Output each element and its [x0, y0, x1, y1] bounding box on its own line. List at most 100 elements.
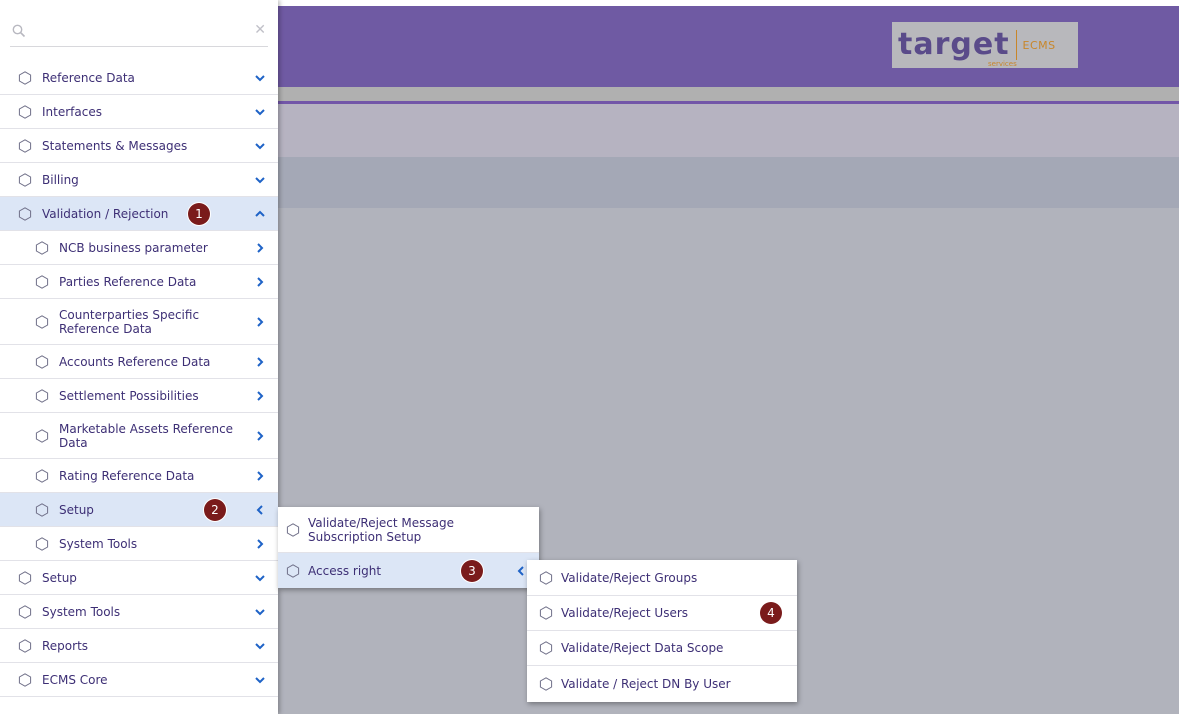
- menu-item-label: Reports: [42, 638, 89, 653]
- chevron-left-icon: [256, 504, 263, 515]
- flyout-item-label: Validate/Reject Message Subscription Set…: [308, 515, 455, 544]
- search-input[interactable]: [36, 20, 240, 44]
- chevron-down-icon: [255, 74, 265, 81]
- chevron-up-icon: [255, 210, 265, 217]
- menu-item-reports[interactable]: Reports: [0, 629, 278, 663]
- flyout-item-validate-reject-users[interactable]: Validate/Reject Users 4: [527, 596, 797, 631]
- submenu-item-accounts-reference-data[interactable]: Accounts Reference Data: [0, 345, 278, 379]
- menu-item-label: Setup: [42, 570, 77, 585]
- submenu-item-label: Marketable Assets Reference Data: [59, 421, 234, 450]
- menu-item-label: Interfaces: [42, 104, 102, 119]
- menu-item-system-tools[interactable]: System Tools: [0, 595, 278, 629]
- hexagon-icon: [286, 563, 300, 578]
- main-menu: Reference Data Interfaces Statements & M…: [0, 61, 278, 697]
- navigation-sidebar: ✕ Reference Data Interfaces Statements &…: [0, 0, 278, 714]
- hexagon-icon: [35, 314, 49, 329]
- menu-search: ✕: [10, 16, 268, 47]
- menu-item-label: System Tools: [42, 604, 121, 619]
- chevron-down-icon: [255, 108, 265, 115]
- step-badge-3: 3: [461, 560, 483, 582]
- hexagon-icon: [18, 206, 32, 221]
- hexagon-icon: [539, 606, 553, 620]
- search-icon: [12, 24, 26, 38]
- hexagon-icon: [18, 172, 32, 187]
- chevron-down-icon: [255, 574, 265, 581]
- chevron-down-icon: [255, 642, 265, 649]
- chevron-right-icon: [257, 390, 264, 401]
- menu-item-label: Reference Data: [42, 70, 135, 85]
- menu-item-ecms-core[interactable]: ECMS Core: [0, 663, 278, 697]
- menu-item-label: Validation / Rejection: [42, 206, 169, 221]
- hexagon-icon: [18, 70, 32, 85]
- submenu-item-parties-reference-data[interactable]: Parties Reference Data: [0, 265, 278, 299]
- menu-item-label: ECMS Core: [42, 672, 108, 687]
- hexagon-icon: [18, 604, 32, 619]
- hexagon-icon: [539, 641, 553, 655]
- menu-item-validation-rejection[interactable]: Validation / Rejection 1: [0, 197, 278, 231]
- menu-item-interfaces[interactable]: Interfaces: [0, 95, 278, 129]
- submenu-item-label: NCB business parameter: [59, 240, 208, 255]
- chevron-right-icon: [257, 316, 264, 327]
- chevron-right-icon: [257, 356, 264, 367]
- hexagon-icon: [35, 428, 49, 443]
- hexagon-icon: [35, 468, 49, 483]
- submenu-item-label: Accounts Reference Data: [59, 354, 211, 369]
- submenu-item-label: Rating Reference Data: [59, 468, 195, 483]
- target-ecms-logo: target services ECMS: [892, 22, 1078, 68]
- step-badge-1: 1: [188, 203, 210, 225]
- clear-search-icon[interactable]: ✕: [254, 22, 266, 38]
- chevron-left-icon: [517, 565, 524, 576]
- hexagon-icon: [18, 672, 32, 687]
- hexagon-icon: [18, 638, 32, 653]
- submenu-item-ncb-business-parameter[interactable]: NCB business parameter: [0, 231, 278, 265]
- chevron-right-icon: [257, 430, 264, 441]
- submenu-item-system-tools[interactable]: System Tools: [0, 527, 278, 561]
- chevron-right-icon: [257, 242, 264, 253]
- flyout-item-validate-reject-message-subscription-setup[interactable]: Validate/Reject Message Subscription Set…: [278, 507, 539, 553]
- hexagon-icon: [35, 240, 49, 255]
- chevron-right-icon: [257, 470, 264, 481]
- chevron-down-icon: [255, 176, 265, 183]
- hexagon-icon: [286, 522, 300, 537]
- submenu-item-settlement-possibilities[interactable]: Settlement Possibilities: [0, 379, 278, 413]
- logo-wordmark: target services: [898, 27, 1017, 68]
- submenu-item-label: System Tools: [59, 536, 138, 551]
- submenu-item-setup[interactable]: Setup 2: [0, 493, 278, 527]
- hexagon-icon: [539, 677, 553, 691]
- menu-item-billing[interactable]: Billing: [0, 163, 278, 197]
- header-gap: [278, 87, 1179, 101]
- flyout-item-label: Access right: [308, 563, 382, 578]
- chevron-right-icon: [257, 276, 264, 287]
- hexagon-icon: [35, 388, 49, 403]
- flyout-item-validate-reject-data-scope[interactable]: Validate/Reject Data Scope: [527, 631, 797, 666]
- logo-separator: [1015, 30, 1017, 60]
- menu-item-statements-messages[interactable]: Statements & Messages: [0, 129, 278, 163]
- flyout-item-label: Validate/Reject Data Scope: [561, 641, 724, 655]
- flyout-item-access-right[interactable]: Access right 3: [278, 553, 539, 588]
- hexagon-icon: [18, 570, 32, 585]
- hexagon-icon: [18, 104, 32, 119]
- hexagon-icon: [35, 354, 49, 369]
- chevron-down-icon: [255, 676, 265, 683]
- submenu-item-counterparties-specific-reference-data[interactable]: Counterparties Specific Reference Data: [0, 299, 278, 345]
- access-right-flyout-menu: Validate/Reject Groups Validate/Reject U…: [527, 560, 797, 702]
- chevron-down-icon: [255, 142, 265, 149]
- submenu-item-rating-reference-data[interactable]: Rating Reference Data: [0, 459, 278, 493]
- chevron-right-icon: [257, 538, 264, 549]
- hexagon-icon: [35, 274, 49, 289]
- submenu-item-marketable-assets-reference-data[interactable]: Marketable Assets Reference Data: [0, 413, 278, 459]
- setup-flyout-menu: Validate/Reject Message Subscription Set…: [278, 507, 539, 588]
- menu-item-reference-data[interactable]: Reference Data: [0, 61, 278, 95]
- flyout-item-label: Validate / Reject DN By User: [561, 677, 731, 691]
- submenu-item-label: Parties Reference Data: [59, 274, 197, 289]
- hexagon-icon: [539, 570, 553, 585]
- flyout-item-validate-reject-groups[interactable]: Validate/Reject Groups: [527, 560, 797, 596]
- logo-ecms-label: ECMS: [1022, 38, 1056, 52]
- submenu-item-label: Counterparties Specific Reference Data: [59, 307, 200, 336]
- hexagon-icon: [35, 536, 49, 551]
- toolbar-band: [278, 104, 1179, 157]
- step-badge-4: 4: [760, 602, 782, 624]
- menu-item-setup[interactable]: Setup: [0, 561, 278, 595]
- hexagon-icon: [18, 138, 32, 153]
- flyout-item-validate-reject-dn-by-user[interactable]: Validate / Reject DN By User: [527, 666, 797, 702]
